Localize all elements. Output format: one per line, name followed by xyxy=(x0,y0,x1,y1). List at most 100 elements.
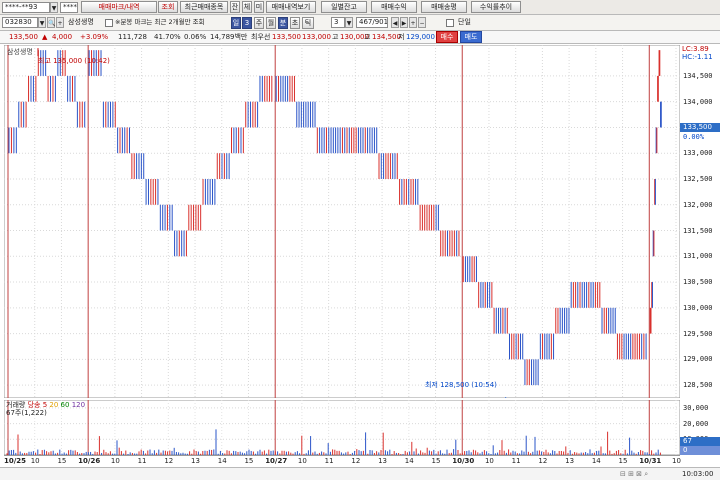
volume-legend-ma60: 60 xyxy=(60,401,70,409)
best-bid: 133,500 xyxy=(272,33,301,41)
time-tick-label: 14 xyxy=(217,457,227,465)
minute-mark-checkbox[interactable] xyxy=(105,19,113,27)
time-tick-label: 10 xyxy=(297,457,307,465)
lookup-button[interactable]: 조회 xyxy=(158,1,178,13)
period-week-button[interactable]: 주 xyxy=(254,17,264,29)
trade-amount: 14,789백만 xyxy=(210,33,248,41)
code-dropdown-icon[interactable]: ▼ xyxy=(38,17,46,28)
time-tick-label: 10/30 xyxy=(452,457,475,466)
period-month-button[interactable]: 월 xyxy=(266,17,276,29)
volume-background xyxy=(4,400,680,455)
max-annotation: 최고 135,000 (10:42) xyxy=(38,57,110,65)
period-day-button[interactable]: 일 xyxy=(231,17,241,29)
volume-legend-ma20: 20 xyxy=(49,401,59,409)
price-tick-label: 131,000 xyxy=(683,252,713,261)
add-icon[interactable]: + xyxy=(56,17,64,28)
price-tick-label: 132,000 xyxy=(683,200,713,209)
trade-mark-button[interactable]: 매매마크/내역 xyxy=(81,1,157,13)
time-axis: 10/25 10 15 10/26 10 11 12 13 14 15 10/27 10 11 12 13 1… xyxy=(4,455,681,467)
time-tick-label: 12 xyxy=(351,457,361,465)
minute-mark-notice: ※분봉 마크는 최근 2개월만 조회 xyxy=(115,18,205,26)
volume-tick-label: 20,000 xyxy=(683,419,709,428)
time-tick-label: 11 xyxy=(137,457,147,465)
volume-value-label: 67주(1,222) xyxy=(6,409,47,417)
best-label: 최우선 xyxy=(251,33,271,41)
turnover-percent: 0.06% xyxy=(184,33,207,41)
price-legend: 삼성생명 xyxy=(7,48,33,56)
time-tick-label: 12 xyxy=(164,457,174,465)
time-tick-label: 15 xyxy=(57,457,67,465)
trade-count-button[interactable]: 매매송평 xyxy=(421,1,467,13)
high-value: 134,500 xyxy=(372,33,401,41)
time-tick-label: 11 xyxy=(324,457,334,465)
period-tick-button[interactable]: 틱 xyxy=(302,17,314,29)
volume-tag: 67 xyxy=(680,437,720,446)
trade-profit-button[interactable]: 매매수익 xyxy=(371,1,417,13)
price-chart[interactable] xyxy=(4,45,680,398)
symbol-toolbar: 032830 ▼ 🔍 + 삼성생명 ※분봉 마크는 최근 2개월만 조회 일 3… xyxy=(0,15,720,31)
trade-history-button[interactable]: 매매내역보기 xyxy=(266,1,316,13)
prev-icon[interactable]: ◀ xyxy=(391,17,399,28)
daily-balance-button[interactable]: 일별잔고 xyxy=(321,1,367,13)
code-field[interactable]: 032830 xyxy=(2,17,38,28)
time-tick-label: 10/25 xyxy=(4,457,27,466)
current-price-tag: 133,500 xyxy=(680,123,720,133)
time-tick-label: 10/26 xyxy=(78,457,101,466)
password-field[interactable]: ******** xyxy=(60,2,78,13)
balance-button[interactable]: 잔 xyxy=(230,1,240,13)
zoom-in-icon[interactable]: + xyxy=(409,17,417,28)
sell-button[interactable]: 매도 xyxy=(460,31,482,43)
low-label: 저 xyxy=(398,33,405,41)
buy-button[interactable]: 매수 xyxy=(436,31,458,43)
volume-chart[interactable] xyxy=(4,400,680,455)
tool-icons[interactable]: ⊟ ⊞ ⊠ ⌕ xyxy=(620,470,648,479)
up-arrow-icon: ▲ xyxy=(42,33,48,41)
period-second-button[interactable]: 초 xyxy=(290,17,300,29)
period-minute-button[interactable]: 분 xyxy=(278,17,288,29)
time-tick-label: 10 xyxy=(30,457,40,465)
time-tick-label: 12 xyxy=(538,457,548,465)
price-tick-label: 134,500 xyxy=(683,71,713,80)
count-field[interactable]: 467/901 xyxy=(356,17,388,28)
period-value-button[interactable]: 3 xyxy=(242,17,252,29)
time-tick-label: 13 xyxy=(378,457,387,465)
single-label: 단일 xyxy=(458,18,471,26)
search-icon[interactable]: 🔍 xyxy=(47,17,55,28)
volume-legend-name: 거래량 xyxy=(6,401,26,409)
interval-dropdown-icon[interactable]: ▼ xyxy=(345,17,353,28)
zoom-out-icon[interactable]: − xyxy=(418,17,426,28)
status-time: 10:03:00 xyxy=(682,470,714,478)
fill-button[interactable]: 체 xyxy=(242,1,252,13)
current-price: 133,500 xyxy=(9,33,38,41)
interval-field[interactable]: 3 xyxy=(331,17,345,28)
time-tick-label: 11 xyxy=(511,457,521,465)
time-tick-label: 10 xyxy=(484,457,494,465)
time-tick-label: 15 xyxy=(618,457,628,465)
account-dropdown-icon[interactable]: ▼ xyxy=(50,2,58,13)
time-tick-label: 15 xyxy=(431,457,441,465)
hc-label: HC:-1.11 xyxy=(682,53,713,61)
price-tick-label: 130,000 xyxy=(683,303,713,312)
recent-items-button[interactable]: 최근매매종목 xyxy=(180,1,228,13)
volume-tick-label: 30,000 xyxy=(683,403,709,412)
price-tick-label: 133,000 xyxy=(683,149,713,158)
time-tick-label: 14 xyxy=(404,457,414,465)
profit-trend-button[interactable]: 수익률추이 xyxy=(471,1,521,13)
single-checkbox[interactable] xyxy=(446,19,454,27)
time-tick-label: 14 xyxy=(591,457,601,465)
price-tick-label: 131,500 xyxy=(683,226,713,235)
volume-value: 111,728 xyxy=(118,33,147,41)
time-tick-label: 10/31 xyxy=(639,457,662,466)
volume-legend-ma5: 5 xyxy=(42,401,48,409)
next-icon[interactable]: ▶ xyxy=(400,17,408,28)
account-field[interactable]: ****-**93 xyxy=(2,2,50,13)
low-value: 129,000 xyxy=(406,33,435,41)
unfilled-button[interactable]: 미 xyxy=(254,1,264,13)
volume-tag-zero: 0 xyxy=(680,446,720,455)
price-tick-label: 132,500 xyxy=(683,174,713,183)
stock-name: 삼성생명 xyxy=(68,18,94,26)
volume-legend-current: 당송 xyxy=(27,401,41,409)
price-tick-label: 129,000 xyxy=(683,355,713,364)
status-bar: 10:03:00 ⊟ ⊞ ⊠ ⌕ xyxy=(0,467,720,480)
chart-background xyxy=(4,45,680,398)
